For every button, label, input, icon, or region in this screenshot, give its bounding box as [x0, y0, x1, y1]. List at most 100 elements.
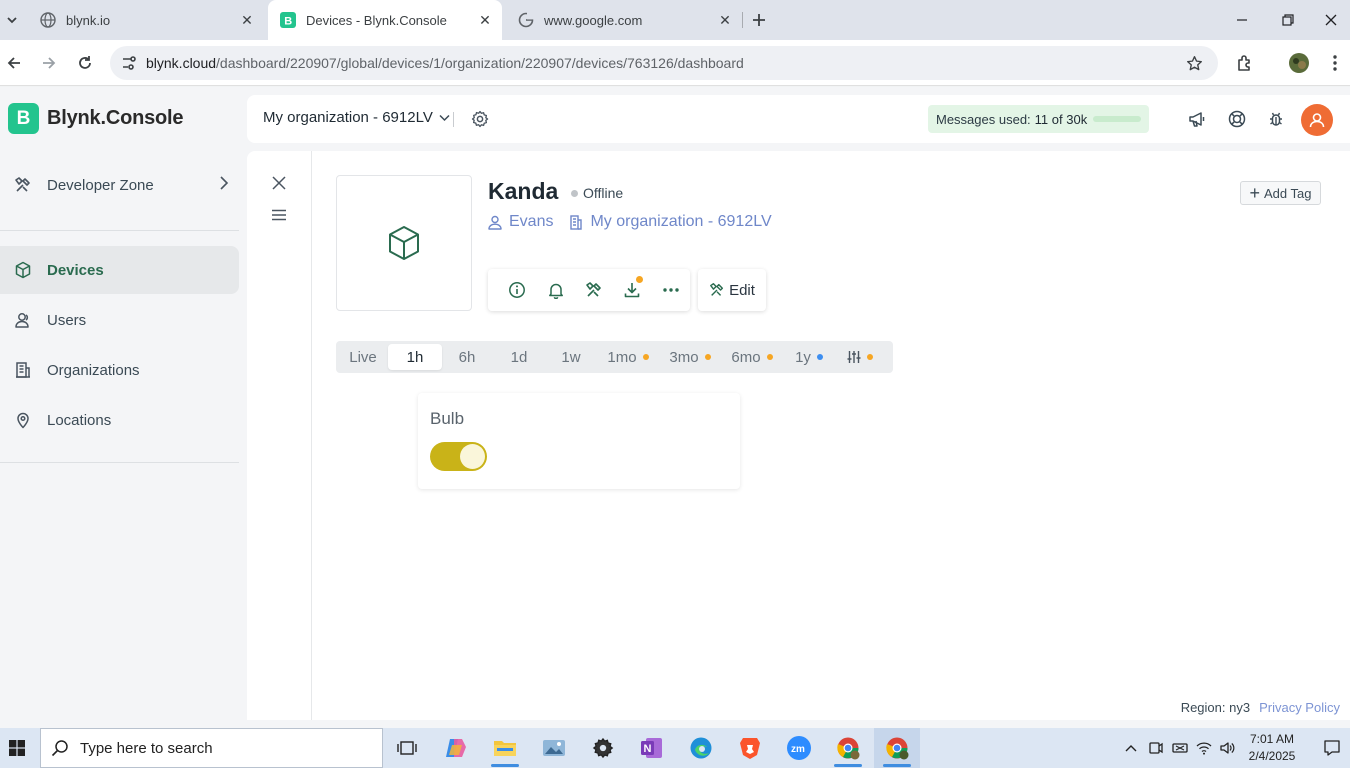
bug-report-icon[interactable]	[1264, 107, 1288, 131]
zoom-app-icon[interactable]: zm	[776, 728, 822, 768]
more-options-button[interactable]	[652, 270, 690, 310]
range-6h[interactable]: 6h	[446, 344, 488, 370]
sidebar-item-developer-zone[interactable]: Developer Zone	[0, 161, 239, 209]
bookmark-star-icon[interactable]	[1184, 53, 1204, 73]
sidebar-item-devices[interactable]: Devices	[0, 246, 239, 294]
forward-arrow-icon[interactable]	[35, 49, 63, 77]
sidebar-item-locations[interactable]: Locations	[0, 396, 239, 444]
copilot-icon[interactable]	[433, 728, 479, 768]
range-3mo[interactable]: 3mo	[664, 344, 716, 370]
profile-avatar-icon[interactable]	[1285, 49, 1313, 77]
task-view-icon[interactable]	[384, 728, 430, 768]
onenote-icon[interactable]: N	[629, 728, 675, 768]
chrome-profile-1-icon[interactable]	[825, 728, 871, 768]
edit-dashboard-button[interactable]: Edit	[698, 269, 766, 311]
add-tag-button[interactable]: + Add Tag	[1240, 181, 1321, 205]
restore-window-icon[interactable]	[1265, 0, 1311, 40]
range-1w[interactable]: 1w	[550, 344, 592, 370]
panel-rail	[247, 151, 312, 720]
close-tab-icon[interactable]: ✕	[238, 11, 256, 29]
premium-dot	[766, 354, 773, 360]
device-organization-link[interactable]: My organization - 6912LV	[569, 213, 772, 231]
wifi-icon[interactable]	[1193, 728, 1215, 768]
developer-tools-button[interactable]	[575, 270, 613, 310]
hamburger-menu-icon[interactable]	[268, 204, 290, 226]
browser-menu-icon[interactable]	[1321, 49, 1349, 77]
sidebar-item-users[interactable]: Users	[0, 296, 239, 344]
users-icon	[13, 310, 33, 330]
device-name: Kanda	[488, 178, 559, 204]
device-dashboard-panel: Kanda Offline Evans My organization - 69…	[247, 151, 1350, 720]
chrome-profile-2-icon[interactable]	[874, 728, 920, 768]
search-icon	[51, 739, 71, 757]
clock-date: 2/4/2025	[1248, 749, 1296, 763]
volume-icon[interactable]	[1216, 728, 1238, 768]
meet-now-icon[interactable]	[1145, 728, 1167, 768]
megaphone-icon[interactable]	[1185, 107, 1209, 131]
browser-tab-blynk-io[interactable]: blynk.io ✕	[28, 0, 264, 40]
sidebar-item-organizations[interactable]: Organizations	[0, 346, 239, 394]
edge-browser-icon[interactable]	[678, 728, 724, 768]
site-settings-icon[interactable]	[112, 46, 146, 80]
sidebar-item-label: Devices	[47, 261, 104, 279]
help-lifebuoy-icon[interactable]	[1225, 107, 1249, 131]
globe-icon	[40, 12, 56, 28]
user-icon	[1309, 113, 1325, 128]
taskbar-search-input[interactable]: Type here to search	[40, 728, 383, 768]
custom-range-button[interactable]	[842, 344, 878, 370]
bulb-toggle-switch[interactable]	[430, 442, 487, 471]
range-6mo[interactable]: 6mo	[726, 344, 778, 370]
taskbar-clock[interactable]: 7:01 AM 2/4/2025	[1238, 731, 1306, 765]
browser-tab-strip: blynk.io ✕ B Devices - Blynk.Console ✕ w…	[0, 0, 1350, 40]
building-icon	[569, 214, 583, 230]
close-tab-icon[interactable]: ✕	[476, 11, 494, 29]
close-tab-icon[interactable]: ✕	[716, 11, 734, 29]
tab-search-chevron-icon[interactable]	[0, 8, 24, 32]
reload-icon[interactable]	[71, 49, 99, 77]
windows-taskbar: Type here to search N zm 7:01 AM 2/4/202…	[0, 728, 1350, 768]
range-1mo[interactable]: 1mo	[602, 344, 654, 370]
new-tab-plus-icon[interactable]	[747, 8, 771, 32]
brave-browser-icon[interactable]	[727, 728, 773, 768]
gear-icon[interactable]	[469, 108, 491, 130]
file-explorer-icon[interactable]	[482, 728, 528, 768]
sidebar-divider	[0, 230, 239, 231]
device-action-group	[488, 269, 690, 311]
keyboard-language-icon[interactable]	[1169, 728, 1191, 768]
windows-start-icon[interactable]	[0, 728, 34, 768]
user-avatar[interactable]	[1301, 104, 1333, 136]
device-owner: Evans	[509, 213, 554, 230]
range-1d[interactable]: 1d	[498, 344, 540, 370]
photos-app-icon[interactable]	[531, 728, 577, 768]
device-organization: My organization - 6912LV	[590, 213, 772, 230]
url-host: blynk.cloud	[146, 55, 217, 71]
browser-tab-blynk-console[interactable]: B Devices - Blynk.Console ✕	[268, 0, 502, 40]
range-1y[interactable]: 1y	[788, 344, 830, 370]
device-image[interactable]	[336, 175, 472, 311]
range-label: 1mo	[607, 348, 637, 366]
download-button[interactable]	[613, 270, 651, 310]
settings-gear-icon[interactable]	[580, 728, 626, 768]
info-button[interactable]	[498, 270, 536, 310]
browser-tab-google[interactable]: www.google.com ✕	[506, 0, 742, 40]
footer: Region: ny3 Privacy Policy	[1181, 700, 1340, 715]
device-owner-link[interactable]: Evans	[488, 213, 553, 231]
notifications-button[interactable]	[536, 270, 574, 310]
brand[interactable]: B Blynk.Console	[8, 103, 184, 134]
range-1h[interactable]: 1h	[388, 344, 442, 370]
close-icon[interactable]	[268, 172, 290, 194]
browser-toolbar: blynk.cloud/dashboard/220907/global/devi…	[0, 40, 1350, 86]
back-arrow-icon[interactable]	[0, 49, 28, 77]
close-window-icon[interactable]	[1311, 0, 1350, 40]
show-hidden-icons-chevron-icon[interactable]	[1120, 728, 1142, 768]
extensions-puzzle-icon[interactable]	[1231, 49, 1259, 77]
range-label: 1y	[795, 348, 811, 366]
range-live[interactable]: Live	[342, 344, 384, 370]
privacy-policy-link[interactable]: Privacy Policy	[1259, 700, 1340, 715]
notification-center-icon[interactable]	[1314, 728, 1350, 768]
minimize-window-icon[interactable]	[1219, 0, 1265, 40]
region-label: Region: ny3	[1180, 700, 1251, 715]
switch-knob	[460, 444, 485, 469]
address-bar[interactable]: blynk.cloud/dashboard/220907/global/devi…	[110, 46, 1218, 80]
organization-selector[interactable]: My organization - 6912LV	[263, 109, 450, 126]
